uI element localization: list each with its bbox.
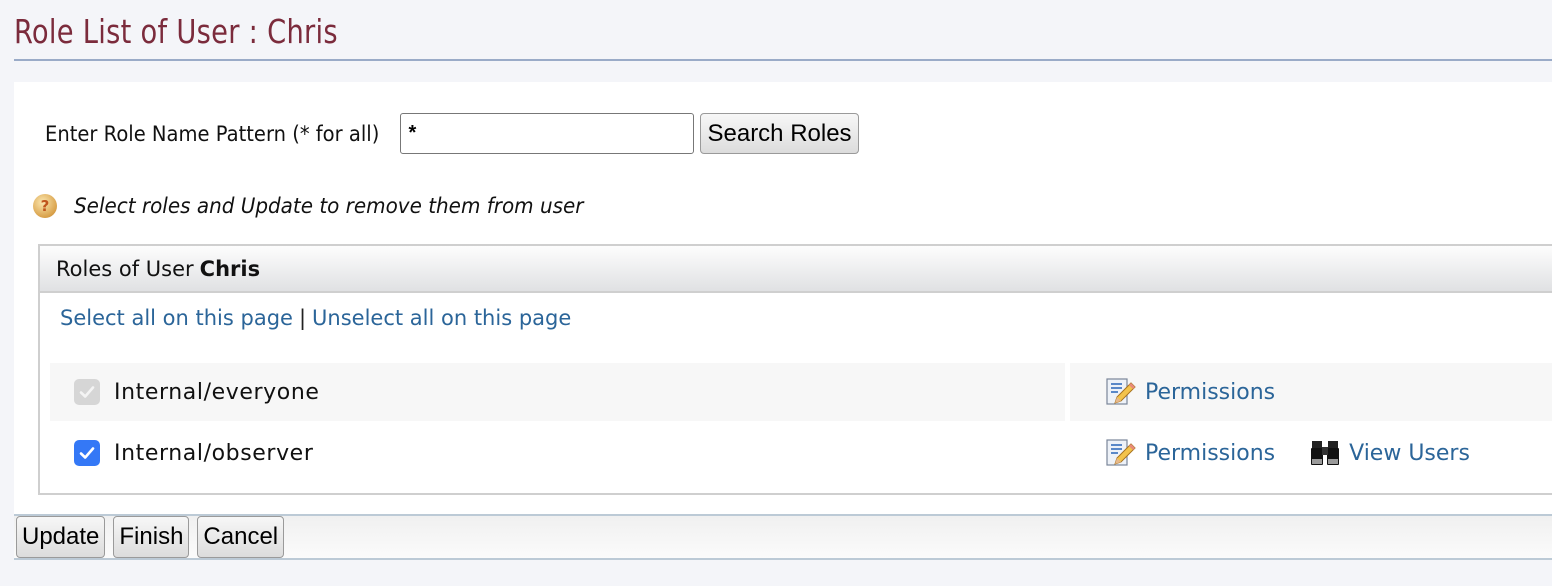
panel-header-user: Chris: [199, 256, 261, 281]
finish-button[interactable]: Finish: [113, 516, 190, 558]
edit-permissions-icon: [1106, 439, 1136, 466]
role-checkbox[interactable]: [74, 379, 100, 405]
role-name: Internal/everyone: [114, 379, 320, 405]
unselect-all-link[interactable]: Unselect all on this page: [312, 306, 571, 330]
view-users-label: View Users: [1349, 440, 1470, 466]
binoculars-icon: [1311, 441, 1340, 465]
permissions-link[interactable]: Permissions: [1105, 376, 1275, 408]
search-form: Enter Role Name Pattern (* for all) Sear…: [45, 113, 859, 154]
edit-permissions-icon: [1106, 378, 1136, 405]
page-title: Role List of User : Chris: [14, 12, 338, 51]
checkmark-icon: [79, 386, 95, 398]
select-links: Select all on this page | Unselect all on …: [60, 306, 571, 330]
help-message: ? Select roles and Update to remove them…: [33, 194, 610, 218]
role-name-cell: Internal/observer: [50, 424, 1065, 482]
permissions-link[interactable]: Permissions: [1105, 437, 1275, 469]
footer-button-bar: Update Finish Cancel: [14, 514, 1552, 560]
role-checkbox[interactable]: [74, 440, 100, 466]
link-separator: |: [298, 306, 307, 330]
help-text: Select roles and Update to remove them f…: [74, 194, 584, 218]
panel-header-prefix: Roles of User: [56, 256, 194, 281]
roles-panel: Roles of User Chris Select all on this p…: [38, 244, 1552, 495]
search-roles-button[interactable]: Search Roles: [700, 113, 859, 154]
content-area: Enter Role Name Pattern (* for all) Sear…: [14, 82, 1552, 514]
update-button[interactable]: Update: [16, 516, 106, 558]
checkmark-icon: [79, 447, 95, 459]
role-pattern-input[interactable]: [400, 113, 695, 154]
role-row: Internal/observer Permissions View Users: [50, 424, 1552, 482]
search-label: Enter Role Name Pattern (* for all): [45, 121, 380, 146]
role-actions-cell: Permissions: [1070, 363, 1552, 421]
permissions-label: Permissions: [1145, 379, 1276, 405]
role-row: Internal/everyone Permissions: [50, 363, 1552, 421]
panel-header: Roles of User Chris: [40, 246, 1552, 293]
view-users-link[interactable]: View Users: [1309, 437, 1470, 469]
role-name: Internal/observer: [114, 440, 314, 466]
help-icon: ?: [33, 194, 57, 218]
title-divider: [14, 59, 1552, 61]
select-all-link[interactable]: Select all on this page: [60, 306, 293, 330]
role-name-cell: Internal/everyone: [50, 363, 1065, 421]
permissions-label: Permissions: [1145, 440, 1276, 466]
cancel-button[interactable]: Cancel: [197, 516, 285, 558]
role-actions-cell: Permissions View Users: [1070, 424, 1552, 482]
